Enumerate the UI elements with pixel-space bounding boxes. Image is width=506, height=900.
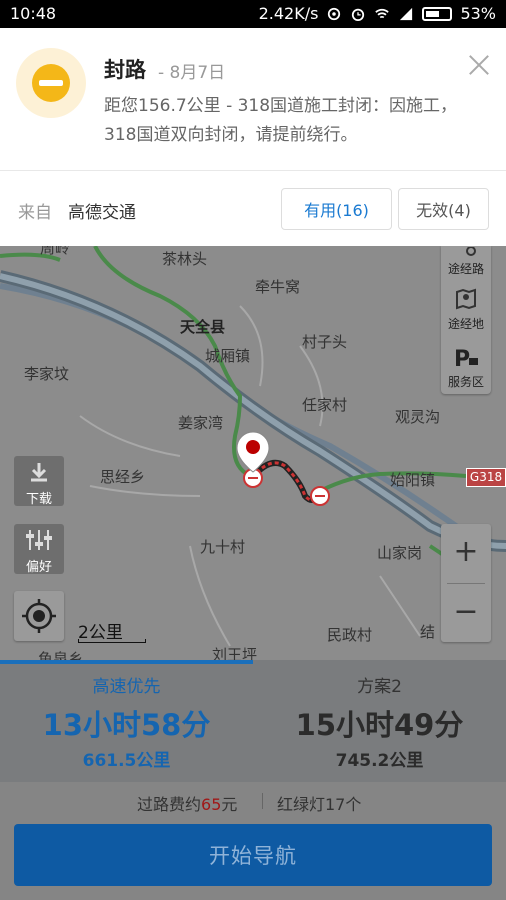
route-time: 13小时58分 bbox=[42, 708, 211, 742]
toll-prefix: 过路费约 bbox=[137, 795, 202, 814]
start-navigation-button[interactable]: 开始导航 bbox=[14, 824, 492, 886]
route-distance: 745.2公里 bbox=[335, 751, 424, 771]
waypoint-route-button[interactable]: 途经路 bbox=[441, 246, 491, 277]
alert-message: 距您156.7公里 - 318国道施工封闭：因施工，318国道双向封闭，请提前绕… bbox=[104, 96, 458, 145]
place-label: 茶林头 bbox=[162, 250, 208, 268]
place-label: 城厢镇 bbox=[205, 347, 251, 365]
route-option-2[interactable]: 方案2 15小时49分 745.2公里 bbox=[253, 660, 506, 782]
parking-coffee-icon: P bbox=[454, 347, 478, 372]
useful-button[interactable]: 有用(16) bbox=[281, 188, 392, 230]
place-label: 思经乡 bbox=[100, 468, 146, 486]
map-side-panel: 途经路 途经地 P 服务区 bbox=[441, 246, 491, 394]
svg-text:P: P bbox=[454, 347, 470, 370]
zoom-out-button[interactable]: − bbox=[441, 584, 491, 642]
route-distance: 661.5公里 bbox=[82, 751, 171, 771]
wifi-icon bbox=[375, 8, 390, 18]
service-area-label: 服务区 bbox=[447, 375, 484, 389]
signal-icon bbox=[400, 7, 413, 20]
source-name: 高德交通 bbox=[68, 203, 136, 223]
map-roads bbox=[0, 246, 506, 660]
route-name: 方案2 bbox=[357, 677, 402, 697]
download-icon bbox=[31, 463, 47, 482]
place-label: 周岭 bbox=[40, 246, 71, 257]
place-label: 李家坟 bbox=[24, 365, 70, 383]
place-label-county: 天全县 bbox=[180, 318, 226, 336]
route-preference-button[interactable]: 偏好 bbox=[14, 524, 64, 575]
map-view[interactable]: 茶林头 牵牛窝 天全县 城厢镇 村子头 李家坟 任家村 观灵沟 姜家湾 思经乡 … bbox=[0, 246, 506, 660]
route-options: 高速优先 13小时58分 661.5公里 方案2 15小时49分 745.2公里 bbox=[0, 660, 506, 782]
place-label: 山家岗 bbox=[377, 544, 423, 562]
close-icon[interactable] bbox=[468, 54, 490, 76]
source-label: 来自 bbox=[18, 203, 52, 223]
status-right: 2.42K/s 53% bbox=[259, 4, 496, 23]
network-speed: 2.42K/s bbox=[258, 4, 319, 23]
place-label: 姜家湾 bbox=[178, 414, 224, 432]
place-label: 刘王坪 bbox=[212, 646, 258, 660]
app-notification-icon bbox=[328, 7, 341, 20]
route-fees-row: 过路费约65元 红绿灯17个 bbox=[0, 782, 506, 820]
locate-icon bbox=[22, 599, 56, 633]
toll-amount: 65 bbox=[201, 795, 222, 814]
battery-icon bbox=[422, 6, 453, 21]
download-label: 下载 bbox=[25, 492, 52, 507]
map-pin-icon bbox=[456, 288, 476, 310]
place-label: 结 bbox=[420, 623, 436, 641]
useless-button[interactable]: 无效(4) bbox=[398, 188, 489, 230]
zoom-controls: + − bbox=[441, 524, 491, 642]
route-time: 15小时49分 bbox=[295, 708, 464, 742]
route-icon bbox=[466, 246, 476, 256]
place-label: 观灵沟 bbox=[395, 408, 441, 426]
alarm-icon bbox=[352, 8, 365, 21]
route-option-1[interactable]: 高速优先 13小时58分 661.5公里 bbox=[0, 660, 253, 782]
status-bar: 10:48 2.42K/s 53% bbox=[0, 0, 506, 28]
status-time: 10:48 bbox=[10, 4, 57, 23]
offline-download-button[interactable]: 下载 bbox=[14, 456, 64, 507]
route-name: 高速优先 bbox=[92, 677, 161, 697]
sliders-icon bbox=[26, 530, 52, 550]
alert-title: 封路 bbox=[104, 58, 146, 82]
place-label: 民政村 bbox=[327, 626, 373, 644]
waypoint-place-button[interactable]: 途经地 bbox=[441, 286, 491, 332]
place-label: 任家村 bbox=[302, 396, 348, 414]
place-label: 鱼泉乡 bbox=[38, 650, 84, 660]
waypoint-route-label: 途经路 bbox=[447, 262, 484, 276]
locate-me-button[interactable] bbox=[14, 591, 64, 641]
place-label: 九十村 bbox=[200, 538, 246, 556]
traffic-lights-count: 红绿灯17个 bbox=[277, 795, 362, 814]
alert-source-row: 来自 高德交通 有用(16) 无效(4) bbox=[0, 170, 506, 246]
bottom-bar: 开始导航 bbox=[0, 820, 506, 900]
map-scale-bar bbox=[78, 639, 146, 643]
place-label: 牵牛窝 bbox=[255, 278, 301, 296]
alert-date: - 8月7日 bbox=[158, 63, 226, 83]
place-label: 村子头 bbox=[302, 333, 348, 351]
toll-suffix: 元 bbox=[221, 795, 238, 814]
toll-fee: 过路费约65元 bbox=[137, 791, 237, 815]
zoom-in-button[interactable]: + bbox=[441, 524, 491, 582]
preference-label: 偏好 bbox=[25, 560, 52, 575]
highway-shield-g318: G318 bbox=[466, 468, 506, 487]
battery-percent: 53% bbox=[460, 4, 496, 23]
service-area-button[interactable]: P 服务区 bbox=[441, 344, 491, 390]
road-closure-alert: 封路 - 8月7日 距您156.7公里 - 318国道施工封闭：因施工，318国… bbox=[0, 28, 506, 170]
road-closed-icon bbox=[16, 48, 86, 118]
place-label: 始阳镇 bbox=[390, 471, 436, 489]
divider bbox=[262, 793, 263, 809]
waypoint-place-label: 途经地 bbox=[447, 317, 484, 331]
